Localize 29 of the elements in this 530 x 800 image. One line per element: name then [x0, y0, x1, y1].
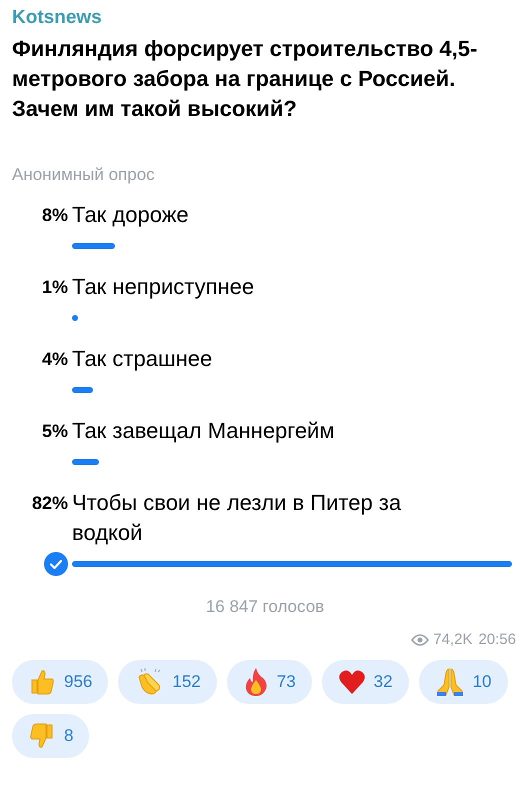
reaction-button[interactable]: 10	[418, 660, 508, 704]
reaction-button[interactable]: 956	[12, 660, 108, 704]
post-title: Финляндия форсирует строительство 4,5-метрового забора на границе с Россией. Зачем им такой высокий?	[12, 35, 478, 123]
result-bar	[72, 242, 115, 248]
option-label: Чтобы свои не лезли в Питер за водкой	[72, 488, 402, 546]
reaction-button[interactable]: 8	[12, 714, 90, 758]
vote-count: 16 847 голосов	[204, 596, 326, 618]
option-percent: 82%	[30, 492, 69, 514]
reaction-button[interactable]: 32	[322, 660, 409, 704]
option-label: Так дороже	[72, 200, 189, 229]
post-time: 20:56	[478, 630, 516, 650]
poll-type: Анонимный опрос	[12, 164, 156, 186]
option-label: Так страшнее	[72, 344, 212, 373]
reaction-button[interactable]: 152	[118, 660, 217, 704]
eye-icon	[411, 634, 430, 646]
option-percent: 8%	[40, 204, 69, 226]
option-percent: 1%	[40, 276, 69, 298]
view-count: 74,2K	[433, 630, 472, 650]
channel-name[interactable]: Kotsnews	[12, 6, 518, 30]
praying-hands-icon	[434, 666, 465, 696]
heart-icon	[338, 668, 366, 694]
result-bar	[72, 386, 94, 392]
reaction-button[interactable]: 73	[226, 660, 312, 704]
result-bar	[72, 458, 99, 464]
option-percent: 5%	[40, 420, 69, 442]
option-percent: 4%	[40, 348, 69, 370]
result-bar	[72, 314, 78, 320]
option-label: Так завещал Маннергейм	[72, 416, 334, 445]
option-label: Так неприступнее	[72, 272, 254, 301]
